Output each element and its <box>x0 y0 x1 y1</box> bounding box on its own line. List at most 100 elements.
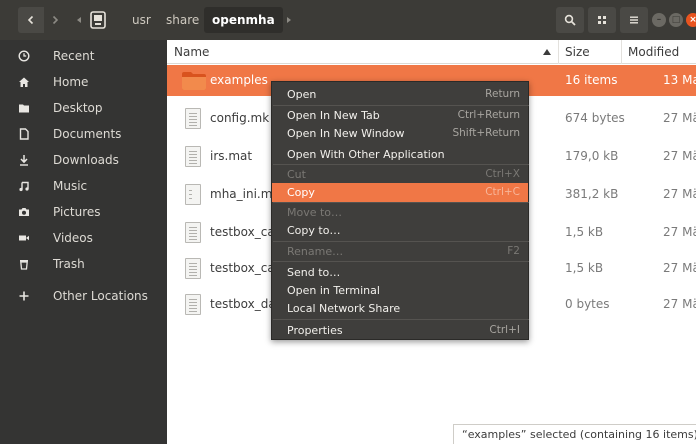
status-bar: “examples” selected (containing 16 items… <box>453 424 696 444</box>
sidebar-item-pictures[interactable]: Pictures <box>0 199 167 225</box>
menu-item-open-new-tab[interactable]: Open In New Tab Ctrl+Return <box>272 106 528 125</box>
column-header-modified[interactable]: Modified <box>628 45 679 59</box>
column-separator <box>621 40 622 64</box>
sidebar-item-downloads[interactable]: Downloads <box>0 147 167 173</box>
minimize-icon: – <box>656 15 662 25</box>
menu-item-send-to[interactable]: Send to… <box>272 263 528 282</box>
file-size: 1,5 kB <box>565 225 604 239</box>
menu-item-open[interactable]: Open Return <box>272 85 528 104</box>
text-file-icon <box>182 257 204 281</box>
menu-item-label: Copy <box>287 186 315 199</box>
breadcrumb-usr[interactable]: usr <box>124 7 159 33</box>
sidebar-item-label: Recent <box>53 49 95 63</box>
sidebar-item-label: Videos <box>53 231 93 245</box>
search-icon <box>564 14 576 26</box>
menu-item-shortcut: Ctrl+I <box>489 324 520 336</box>
sidebar-item-other-locations[interactable]: Other Locations <box>0 283 167 309</box>
header-bar: usr share openmha – □ × <box>0 0 696 40</box>
column-header-size[interactable]: Size <box>565 45 590 59</box>
menu-item-local-network-share[interactable]: Local Network Share <box>272 299 528 318</box>
file-name: irs.mat <box>210 149 253 163</box>
sidebar-item-label: Desktop <box>53 101 103 115</box>
sidebar-item-trash[interactable]: Trash <box>0 251 167 277</box>
breadcrumb-scroll-left[interactable] <box>72 7 86 33</box>
music-icon <box>17 179 31 193</box>
menu-item-shortcut: Ctrl+X <box>485 168 520 180</box>
menu-item-label: Open in Terminal <box>287 284 380 297</box>
column-header-row: Name Size Modified <box>167 40 696 64</box>
breadcrumb-scroll-right[interactable] <box>282 7 296 33</box>
sidebar-item-label: Home <box>53 75 89 89</box>
menu-item-label: Cut <box>287 168 306 181</box>
breadcrumb-root-drive[interactable] <box>88 9 108 31</box>
file-modified: 27 Mä <box>663 261 696 275</box>
back-button[interactable] <box>18 7 44 33</box>
menu-item-rename[interactable]: Rename… F2 <box>272 242 528 261</box>
file-size: 381,2 kB <box>565 187 619 201</box>
sort-ascending-icon <box>543 49 551 55</box>
menu-item-copy-to[interactable]: Copy to… <box>272 221 528 240</box>
menu-item-copy[interactable]: Copy Ctrl+C <box>272 183 528 202</box>
menu-item-label: Send to… <box>287 266 341 279</box>
file-name: mha_ini.ma <box>210 187 280 201</box>
breadcrumb-openmha[interactable]: openmha <box>204 7 283 33</box>
menu-item-label: Rename… <box>287 245 344 258</box>
sidebar: Recent Home Desktop Documents Downloads … <box>0 40 167 444</box>
sidebar-item-desktop[interactable]: Desktop <box>0 95 167 121</box>
home-icon <box>17 75 31 89</box>
file-modified: 13 Ma <box>663 73 696 87</box>
file-name: testbox_da <box>210 297 276 311</box>
menu-item-move-to[interactable]: Move to… <box>272 203 528 222</box>
breadcrumb-share[interactable]: share <box>158 7 207 33</box>
file-size: 179,0 kB <box>565 149 619 163</box>
menu-item-open-with[interactable]: Open With Other Application <box>272 145 528 164</box>
grid-view-icon <box>598 16 606 24</box>
text-file-icon <box>182 145 204 169</box>
menu-item-shortcut: F2 <box>507 245 520 257</box>
file-modified: 27 Mä <box>663 111 696 125</box>
maximize-button[interactable]: □ <box>669 13 683 27</box>
folder-icon <box>182 69 206 93</box>
column-header-name[interactable]: Name <box>174 45 209 59</box>
menu-item-open-new-window[interactable]: Open In New Window Shift+Return <box>272 124 528 143</box>
file-modified: 27 Mä <box>663 149 696 163</box>
text-file-icon <box>182 107 204 131</box>
menu-item-label: Move to… <box>287 206 343 219</box>
menu-item-properties[interactable]: Properties Ctrl+I <box>272 321 528 340</box>
sidebar-item-label: Trash <box>53 257 85 271</box>
sidebar-item-music[interactable]: Music <box>0 173 167 199</box>
menu-separator <box>273 261 529 262</box>
file-name: config.mk <box>210 111 270 125</box>
sidebar-item-documents[interactable]: Documents <box>0 121 167 147</box>
minimize-button[interactable]: – <box>652 13 666 27</box>
forward-button[interactable] <box>44 7 66 33</box>
menu-button[interactable] <box>620 7 648 33</box>
close-button[interactable]: × <box>686 13 696 27</box>
menu-item-cut[interactable]: Cut Ctrl+X <box>272 165 528 184</box>
file-modified: 27 Mä <box>663 225 696 239</box>
menu-item-shortcut: Ctrl+C <box>485 186 520 198</box>
file-modified: 27 Mä <box>663 297 696 311</box>
file-size: 16 items <box>565 73 618 87</box>
sidebar-item-recent[interactable]: Recent <box>0 43 167 69</box>
file-name: testbox_ca <box>210 225 275 239</box>
binary-file-icon <box>182 183 204 207</box>
search-button[interactable] <box>556 7 584 33</box>
menu-item-open-in-terminal[interactable]: Open in Terminal <box>272 281 528 300</box>
hamburger-menu-icon <box>630 16 638 24</box>
sidebar-item-label: Music <box>53 179 88 193</box>
text-file-icon <box>182 221 204 245</box>
sidebar-item-label: Documents <box>53 127 122 141</box>
drive-icon <box>90 11 106 29</box>
view-toggle-button[interactable] <box>588 7 616 33</box>
menu-item-label: Open <box>287 88 317 101</box>
close-icon: × <box>689 15 696 25</box>
clock-icon <box>17 49 31 63</box>
menu-item-label: Local Network Share <box>287 302 401 315</box>
download-icon <box>17 153 31 167</box>
sidebar-item-label: Pictures <box>53 205 101 219</box>
file-size: 674 bytes <box>565 111 625 125</box>
context-menu: Open Return Open In New Tab Ctrl+Return … <box>271 81 529 340</box>
sidebar-item-videos[interactable]: Videos <box>0 225 167 251</box>
sidebar-item-home[interactable]: Home <box>0 69 167 95</box>
